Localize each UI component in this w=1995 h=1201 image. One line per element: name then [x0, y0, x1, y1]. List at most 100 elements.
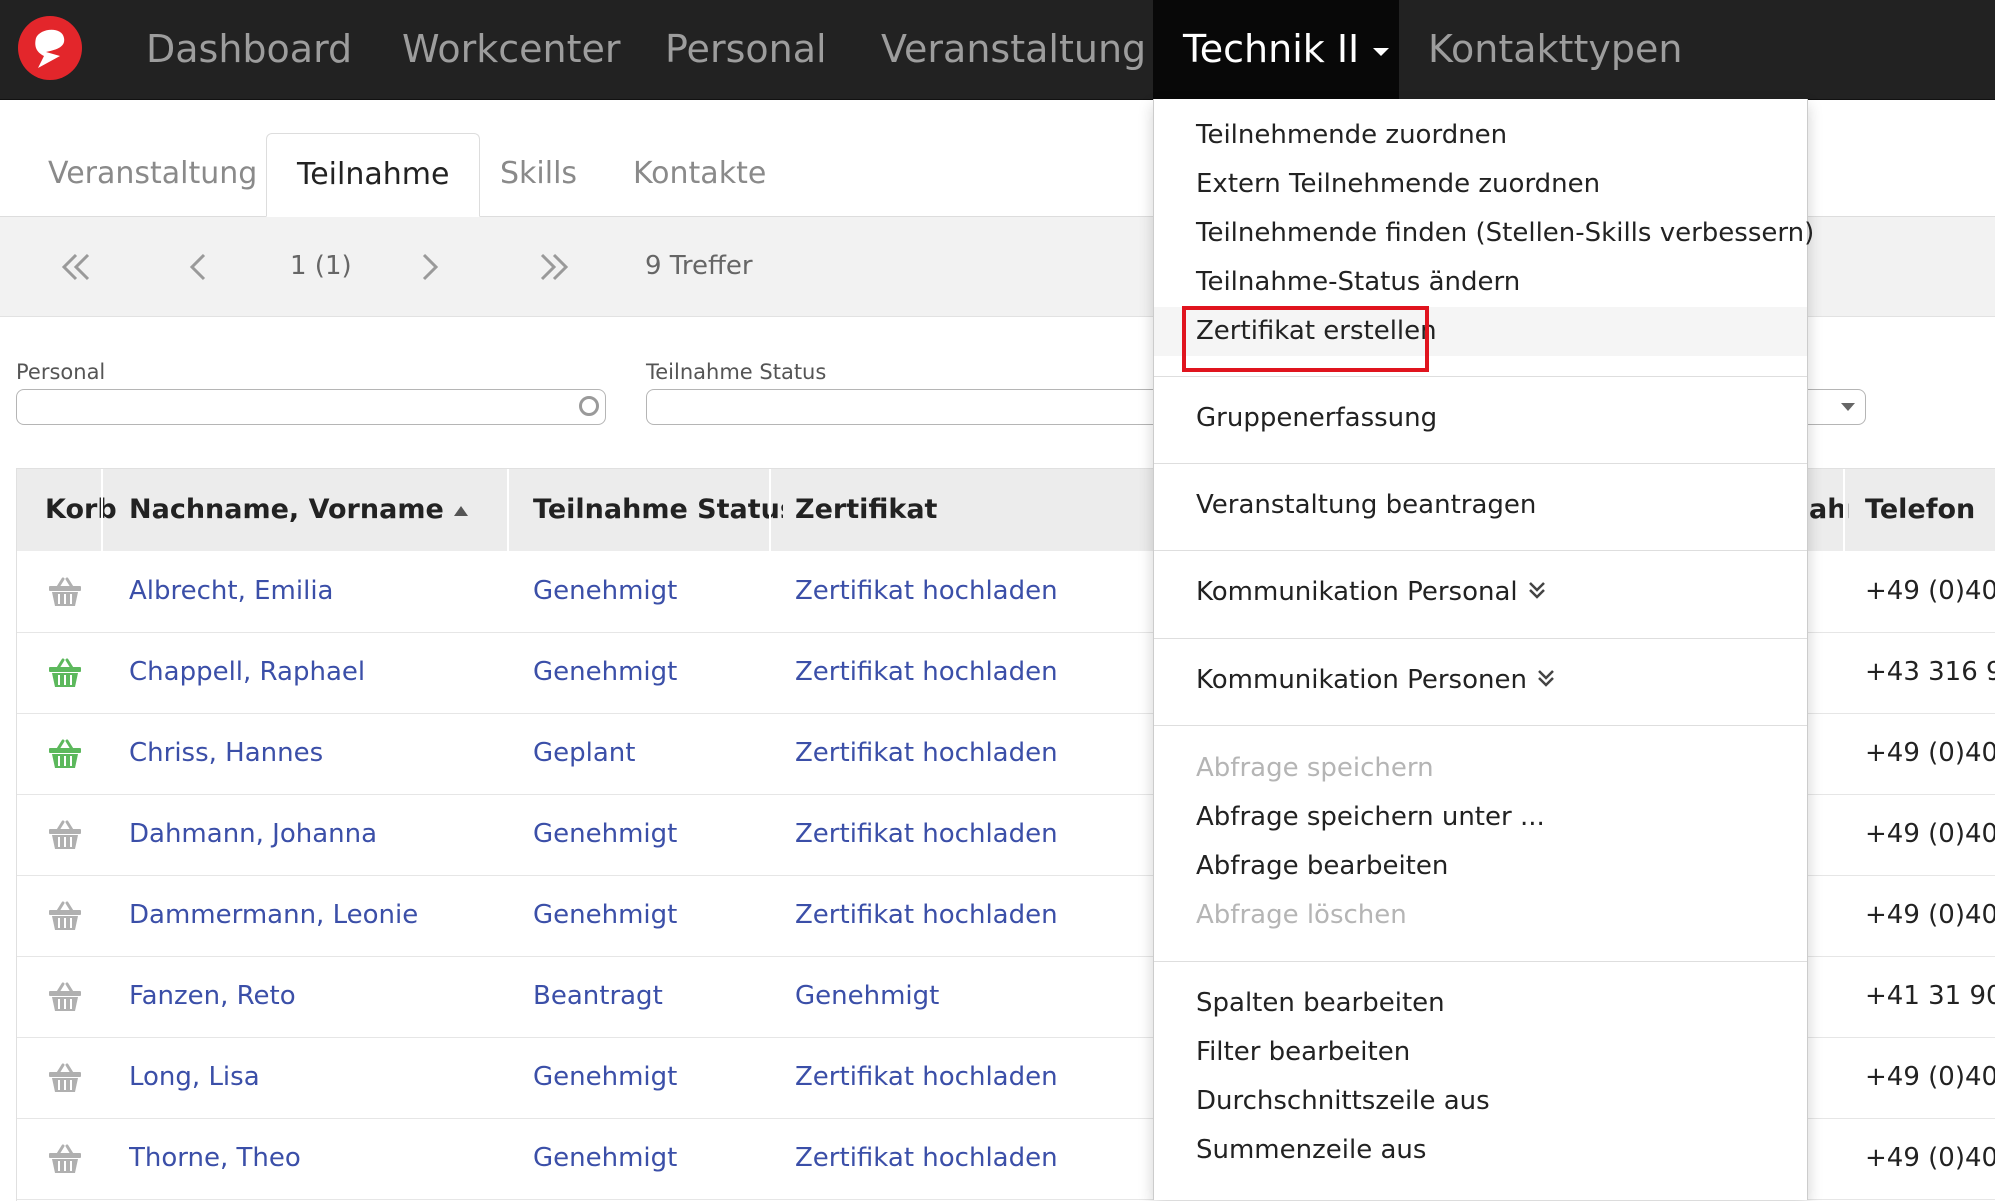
phone-value: +41 31 900 [1865, 981, 1995, 1011]
col-telefon[interactable]: Telefon [1865, 469, 1995, 551]
tab-teilnahme[interactable]: Teilnahme [266, 133, 481, 217]
participant-status-link[interactable]: Genehmigt [533, 632, 677, 713]
certificate-link[interactable]: Zertifikat hochladen [795, 794, 1058, 875]
filter-personal-label: Personal [16, 360, 106, 384]
menu-item-label: Veranstaltung beantragen [1196, 490, 1537, 520]
col-name[interactable]: Nachname, Vorname [129, 469, 509, 551]
chevron-down-icon [1841, 403, 1855, 411]
sort-ascending-icon [453, 505, 468, 516]
basket-icon[interactable] [48, 982, 82, 1016]
menu-item-abfrage-speichern-unter[interactable]: Abfrage speichern unter ... [1154, 793, 1807, 842]
menu-item-kommunikation-personal[interactable]: Kommunikation Personal [1154, 568, 1807, 617]
menu-item-label: Kommunikation Personen [1196, 665, 1527, 695]
tab-kontakte[interactable]: Kontakte [633, 133, 766, 215]
menu-item-label: Teilnehmende finden (Stellen-Skills verb… [1196, 218, 1815, 248]
tab-skills[interactable]: Skills [500, 133, 577, 215]
nav-dashboard[interactable]: Dashboard [146, 0, 352, 99]
menu-item-teilnehmende-zuordnen[interactable]: Teilnehmende zuordnen [1154, 111, 1807, 160]
phone-value: +49 (0)40 9 [1865, 900, 1995, 930]
certificate-link[interactable]: Zertifikat hochladen [795, 551, 1058, 632]
basket-icon[interactable] [48, 577, 82, 611]
participant-status-link[interactable]: Beantragt [533, 956, 663, 1037]
basket-icon[interactable] [48, 1144, 82, 1178]
nav-kontakttypen[interactable]: Kontakttypen [1428, 0, 1682, 99]
menu-item-kommunikation-personen[interactable]: Kommunikation Personen [1154, 656, 1807, 705]
technik-dropdown-menu: Teilnehmende zuordnen Extern Teilnehmende… [1153, 99, 1814, 1200]
col-name-label: Nachname, Vorname [129, 494, 444, 525]
menu-item-label: Summenzeile aus [1196, 1135, 1427, 1165]
menu-item-abfrage-bearbeiten[interactable]: Abfrage bearbeiten [1154, 842, 1807, 891]
certificate-link[interactable]: Zertifikat hochladen [795, 713, 1058, 794]
menu-item-label: Abfrage bearbeiten [1196, 851, 1449, 881]
menu-divider [1154, 376, 1807, 377]
menu-item-abfrage-speichern: Abfrage speichern [1154, 744, 1807, 793]
menu-item-label: Teilnehmende zuordnen [1196, 120, 1508, 150]
nav-workcenter[interactable]: Workcenter [402, 0, 620, 99]
participant-status-link[interactable]: Genehmigt [533, 1037, 677, 1118]
menu-item-abfrage-loeschen: Abfrage löschen [1154, 891, 1807, 940]
menu-item-teilnehmende-finden[interactable]: Teilnehmende finden (Stellen-Skills verb… [1154, 209, 1814, 258]
certificate-link[interactable]: Zertifikat hochladen [795, 1037, 1058, 1118]
participant-name-link[interactable]: Albrecht, Emilia [129, 551, 333, 632]
phone-value: +43 316 90 [1865, 657, 1995, 687]
menu-item-extern-zuordnen[interactable]: Extern Teilnehmende zuordnen [1154, 160, 1807, 209]
participant-status-link[interactable]: Geplant [533, 713, 635, 794]
nav-technik-ii[interactable]: Technik II [1153, 0, 1399, 99]
menu-item-spalten-bearbeiten[interactable]: Spalten bearbeiten [1154, 979, 1807, 1028]
participant-name-link[interactable]: Chriss, Hannes [129, 713, 323, 794]
certificate-link[interactable]: Zertifikat hochladen [795, 1118, 1058, 1199]
filter-status-label: Teilnahme Status [646, 360, 827, 384]
participant-name-link[interactable]: Long, Lisa [129, 1037, 260, 1118]
top-navbar: Dashboard Workcenter Personal Veranstalt… [0, 0, 1995, 100]
menu-item-zertifikat-erstellen[interactable]: Zertifikat erstellen [1154, 307, 1807, 356]
nav-veranstaltung[interactable]: Veranstaltung [881, 0, 1146, 99]
menu-item-label: Teilnahme-Status ändern [1196, 267, 1521, 297]
basket-icon[interactable] [48, 901, 82, 935]
previous-page-icon[interactable] [188, 217, 208, 316]
last-page-icon[interactable] [538, 217, 570, 316]
basket-icon[interactable] [48, 658, 82, 692]
nav-personal[interactable]: Personal [665, 0, 827, 99]
menu-item-label: Filter bearbeiten [1196, 1037, 1411, 1067]
menu-item-summenzeile[interactable]: Summenzeile aus [1154, 1126, 1807, 1175]
brand-logo-icon[interactable] [18, 16, 82, 80]
basket-icon[interactable] [48, 1063, 82, 1097]
participant-status-link[interactable]: Genehmigt [533, 794, 677, 875]
participant-name-link[interactable]: Thorne, Theo [129, 1118, 301, 1199]
menu-item-durchschnittszeile[interactable]: Durchschnittszeile aus [1154, 1077, 1807, 1126]
menu-item-filter-bearbeiten[interactable]: Filter bearbeiten [1154, 1028, 1807, 1077]
participant-name-link[interactable]: Dahmann, Johanna [129, 794, 377, 875]
certificate-link[interactable]: Zertifikat hochladen [795, 875, 1058, 956]
menu-item-label: Gruppenerfassung [1196, 403, 1438, 433]
participant-name-link[interactable]: Dammermann, Leonie [129, 875, 418, 956]
phone-value: +49 (0)40 9 [1865, 738, 1995, 768]
next-page-icon[interactable] [420, 217, 440, 316]
participant-status-link[interactable]: Genehmigt [533, 1118, 677, 1199]
menu-divider [1154, 638, 1807, 639]
filter-personal-input[interactable] [16, 389, 606, 425]
menu-item-veranstaltung-beantragen[interactable]: Veranstaltung beantragen [1154, 481, 1807, 530]
col-teilnahme-status[interactable]: Teilnahme Status [533, 469, 783, 551]
phone-value: +49 (0)40 9 [1865, 819, 1995, 849]
certificate-link[interactable]: Zertifikat hochladen [795, 632, 1058, 713]
search-icon[interactable] [579, 396, 599, 416]
col-zertifikat[interactable]: Zertifikat [795, 469, 1155, 551]
tab-veranstaltung[interactable]: Veranstaltung [48, 133, 257, 215]
phone-value: +49 (0)40 9 [1865, 1062, 1995, 1092]
basket-icon[interactable] [48, 820, 82, 854]
basket-icon[interactable] [48, 739, 82, 773]
participant-name-link[interactable]: Chappell, Raphael [129, 632, 365, 713]
certificate-link[interactable]: Genehmigt [795, 956, 939, 1037]
menu-item-status-aendern[interactable]: Teilnahme-Status ändern [1154, 258, 1807, 307]
first-page-icon[interactable] [60, 217, 92, 316]
double-chevron-down-icon [1528, 568, 1546, 617]
menu-item-gruppenerfassung[interactable]: Gruppenerfassung [1154, 394, 1807, 443]
menu-item-label: Zertifikat erstellen [1196, 316, 1437, 346]
participant-status-link[interactable]: Genehmigt [533, 551, 677, 632]
col-korb[interactable]: Korb [45, 469, 117, 551]
menu-item-label: Durchschnittszeile aus [1196, 1086, 1490, 1116]
menu-divider [1154, 550, 1807, 551]
participant-name-link[interactable]: Fanzen, Reto [129, 956, 296, 1037]
menu-divider [1154, 463, 1807, 464]
participant-status-link[interactable]: Genehmigt [533, 875, 677, 956]
